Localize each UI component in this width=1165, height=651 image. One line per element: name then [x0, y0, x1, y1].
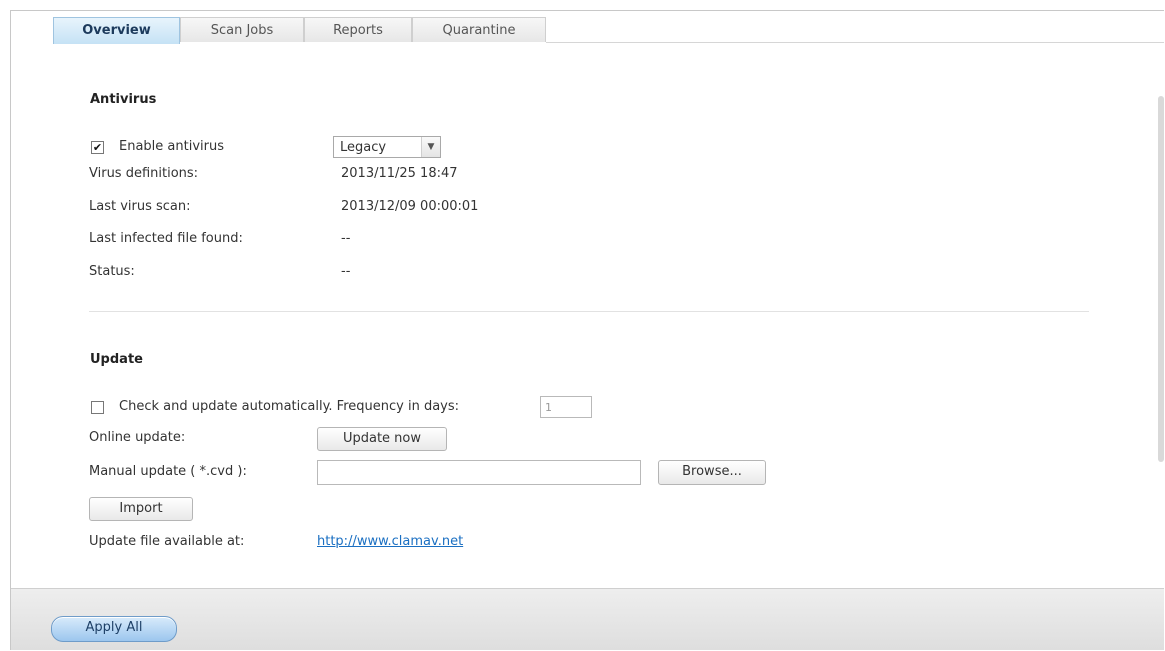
manual-update-file-input[interactable]: [317, 460, 641, 485]
chevron-down-icon: ▼: [421, 137, 440, 157]
section-divider: [89, 311, 1089, 312]
last-infected-file-value: --: [341, 231, 351, 246]
antivirus-panel: Overview Scan Jobs Reports Quarantine An…: [10, 10, 1164, 650]
tab-scan-jobs[interactable]: Scan Jobs: [180, 17, 304, 42]
enable-antivirus-label: Enable antivirus: [119, 139, 224, 154]
clamav-link[interactable]: http://www.clamav.net: [317, 534, 463, 549]
antivirus-section-title: Antivirus: [90, 92, 157, 107]
apply-all-button[interactable]: Apply All: [51, 616, 177, 642]
online-update-label: Online update:: [89, 430, 186, 445]
last-virus-scan-label: Last virus scan:: [89, 199, 191, 214]
tab-overview[interactable]: Overview: [53, 17, 180, 44]
update-file-available-label: Update file available at:: [89, 534, 245, 549]
status-value: --: [341, 264, 351, 279]
overview-content: Antivirus ✔ Enable antivirus Legacy ▼ Vi…: [11, 44, 1164, 588]
virus-definitions-value: 2013/11/25 18:47: [341, 166, 458, 181]
status-label: Status:: [89, 264, 135, 279]
tab-quarantine[interactable]: Quarantine: [412, 17, 546, 42]
engine-select[interactable]: Legacy ▼: [333, 136, 441, 158]
checkmark-icon: ✔: [92, 141, 103, 154]
engine-select-value: Legacy: [340, 140, 387, 155]
last-infected-file-label: Last infected file found:: [89, 231, 243, 246]
last-virus-scan-value: 2013/12/09 00:00:01: [341, 199, 479, 214]
virus-definitions-label: Virus definitions:: [89, 166, 199, 181]
tab-bar: Overview Scan Jobs Reports Quarantine: [11, 11, 1164, 44]
footer-bar: Apply All: [11, 588, 1164, 650]
auto-update-label: Check and update automatically. Frequenc…: [119, 399, 460, 414]
update-now-button[interactable]: Update now: [317, 427, 447, 451]
auto-update-checkbox[interactable]: [91, 401, 104, 414]
browse-button[interactable]: Browse...: [658, 460, 766, 485]
frequency-days-input[interactable]: [540, 396, 592, 418]
scrollbar[interactable]: [1158, 96, 1164, 462]
tab-reports[interactable]: Reports: [304, 17, 412, 42]
enable-antivirus-checkbox[interactable]: ✔: [91, 141, 104, 154]
update-section-title: Update: [90, 352, 143, 367]
import-button[interactable]: Import: [89, 497, 193, 521]
manual-update-label: Manual update ( *.cvd ):: [89, 464, 247, 479]
